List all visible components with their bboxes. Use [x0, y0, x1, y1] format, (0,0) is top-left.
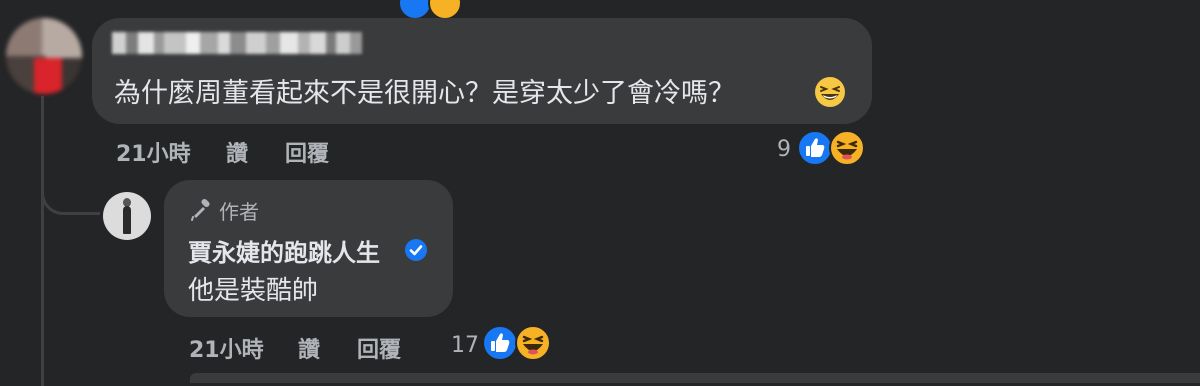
haha-reaction-icon[interactable] — [515, 325, 551, 361]
like-button[interactable]: 讚 — [226, 136, 248, 168]
commenter-name-blurred[interactable] — [112, 32, 362, 54]
reply-button[interactable]: 回覆 — [357, 332, 401, 364]
reaction-count[interactable]: 17 — [451, 333, 479, 358]
comment-timestamp[interactable]: 21小時 — [116, 136, 191, 168]
microphone-icon — [191, 198, 210, 221]
like-button[interactable]: 讚 — [298, 332, 320, 364]
reply-text: 他是裝酷帥 — [188, 276, 319, 306]
haha-reaction-icon[interactable] — [829, 130, 865, 166]
like-reaction-icon[interactable] — [482, 325, 518, 361]
grinning-squinting-face-icon — [815, 77, 845, 107]
author-name[interactable]: 賈永婕的跑跳人生 — [188, 233, 380, 268]
reaction-count[interactable]: 9 — [777, 137, 791, 162]
commenter-avatar[interactable] — [6, 18, 82, 94]
comment-text: 為什麼周董看起來不是很開心？是穿太少了會冷嗎？ — [114, 78, 735, 109]
reply-timestamp[interactable]: 21小時 — [189, 332, 264, 364]
thread-line — [41, 96, 44, 386]
verified-badge-icon — [405, 239, 427, 261]
like-reaction-icon[interactable] — [797, 130, 833, 166]
author-avatar[interactable] — [103, 192, 151, 240]
reply-button[interactable]: 回覆 — [285, 136, 329, 168]
like-reaction-icon — [398, 0, 432, 20]
thread-connector — [41, 180, 100, 215]
author-badge: 作者 — [219, 200, 259, 224]
next-comment-edge — [190, 373, 1200, 383]
haha-reaction-icon — [428, 0, 462, 20]
